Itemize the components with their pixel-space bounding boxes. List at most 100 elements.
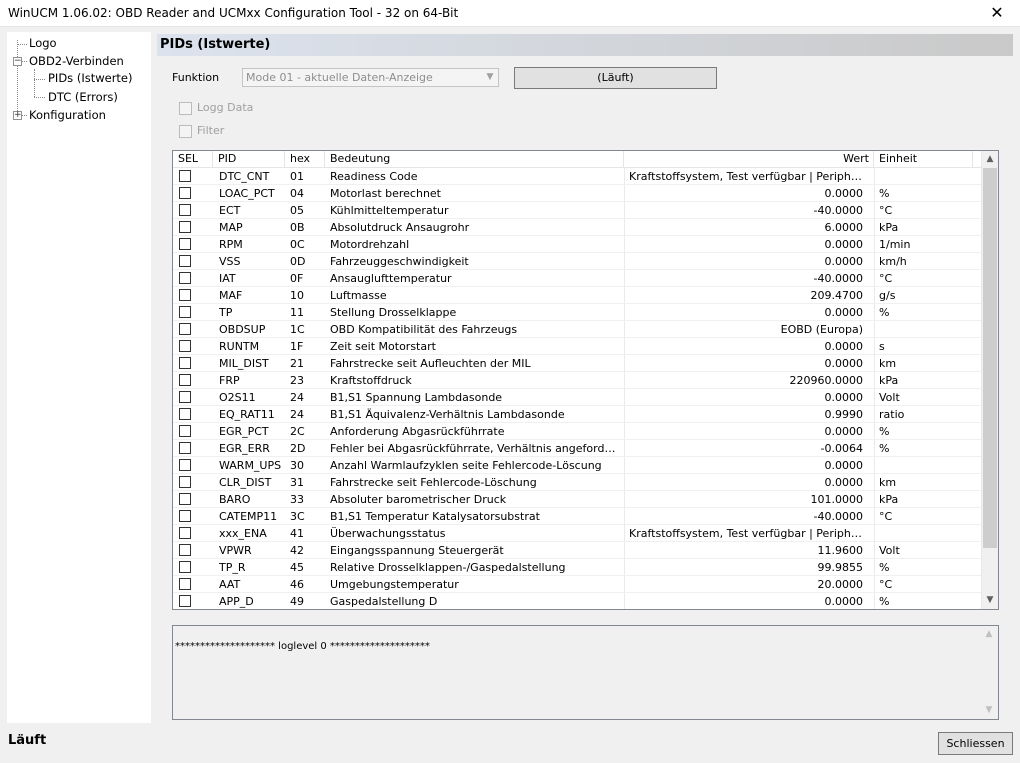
row-select-cell[interactable]	[173, 236, 212, 253]
row-checkbox[interactable]	[179, 493, 191, 505]
row-select-cell[interactable]	[173, 202, 212, 219]
row-select-cell[interactable]	[173, 525, 212, 542]
row-checkbox[interactable]	[179, 408, 191, 420]
row-checkbox[interactable]	[179, 510, 191, 522]
row-select-cell[interactable]	[173, 287, 212, 304]
row-checkbox[interactable]	[179, 289, 191, 301]
row-select-cell[interactable]	[173, 304, 212, 321]
row-checkbox[interactable]	[179, 459, 191, 471]
row-checkbox[interactable]	[179, 357, 191, 369]
close-icon[interactable]: ✕	[974, 0, 1020, 27]
chevron-down-icon[interactable]: ▼	[482, 69, 498, 86]
table-row[interactable]: OBDSUP 1C OBD Kompatibilität des Fahrzeugs…	[173, 321, 981, 338]
row-select-cell[interactable]	[173, 559, 212, 576]
scroll-down-icon[interactable]: ▼	[982, 592, 998, 609]
row-select-cell[interactable]	[173, 457, 212, 474]
row-select-cell[interactable]	[173, 406, 212, 423]
row-select-cell[interactable]	[173, 355, 212, 372]
log-output[interactable]: ******************** loglevel 0 ********…	[172, 625, 999, 720]
row-select-cell[interactable]	[173, 593, 212, 609]
row-select-cell[interactable]	[173, 491, 212, 508]
log-scrollbar[interactable]: ▲ ▼	[981, 626, 998, 719]
table-row[interactable]: xxx_ENA 41 Überwachungsstatus Kraftstoffsys…	[173, 525, 981, 542]
row-select-cell[interactable]	[173, 576, 212, 593]
scroll-down-icon[interactable]: ▼	[981, 702, 997, 719]
table-scrollbar[interactable]: ▲ ▼	[981, 151, 998, 609]
table-row[interactable]: TP 11 Stellung Drosselklappe 0.0000%	[173, 304, 981, 321]
table-row[interactable]: CLR_DIST 31 Fahrstrecke seit Fehlercode-Lö…	[173, 474, 981, 491]
expand-icon[interactable]: +	[13, 111, 22, 120]
header-bedeutung[interactable]: Bedeutung	[325, 151, 624, 168]
row-checkbox[interactable]	[179, 187, 191, 199]
table-row[interactable]: CATEMP11 3C B1,S1 Temperatur Katalysatorsu…	[173, 508, 981, 525]
row-checkbox[interactable]	[179, 238, 191, 250]
table-row[interactable]: ECT 05 Kühlmitteltemperatur -40.0000 °C	[173, 202, 981, 219]
row-checkbox[interactable]	[179, 323, 191, 335]
tree-item-konfiguration[interactable]: Konfiguration	[29, 107, 106, 123]
table-row[interactable]: WARM_UPS 30 Anzahl Warmlaufzyklen seite Fe…	[173, 457, 981, 474]
tree-item-logo[interactable]: Logo	[29, 35, 57, 51]
row-checkbox[interactable]	[179, 170, 191, 182]
row-select-cell[interactable]	[173, 253, 212, 270]
table-row[interactable]: LOAC_PCT 04 Motorlast berechnet 0.0000%	[173, 185, 981, 202]
table-row[interactable]: VPWR 42 Eingangsspannung Steuergerät 11.960…	[173, 542, 981, 559]
scroll-thumb[interactable]	[983, 168, 997, 548]
row-checkbox[interactable]	[179, 340, 191, 352]
tree-item-pids-istwerte[interactable]: PIDs (Istwerte)	[46, 70, 135, 86]
row-select-cell[interactable]	[173, 423, 212, 440]
funktion-select[interactable]: Mode 01 - aktuelle Daten-Anzeige ▼	[242, 68, 499, 87]
header-hex[interactable]: hex	[285, 151, 325, 168]
table-row[interactable]: EGR_PCT 2C Anforderung Abgasrückführrate 0.…	[173, 423, 981, 440]
row-select-cell[interactable]	[173, 338, 212, 355]
row-checkbox[interactable]	[179, 374, 191, 386]
row-select-cell[interactable]	[173, 389, 212, 406]
row-select-cell[interactable]	[173, 474, 212, 491]
header-sel[interactable]: SEL	[173, 151, 213, 168]
row-select-cell[interactable]	[173, 168, 212, 185]
header-pid[interactable]: PID	[213, 151, 285, 168]
table-row[interactable]: IAT 0F Ansauglufttemperatur -40.0000 °C	[173, 270, 981, 287]
row-select-cell[interactable]	[173, 542, 212, 559]
table-row[interactable]: VSS 0D Fahrzeuggeschwindigkeit 0.0000 km/h	[173, 253, 981, 270]
row-checkbox[interactable]	[179, 476, 191, 488]
table-row[interactable]: AAT 46 Umgebungstemperatur 20.0000 °C	[173, 576, 981, 593]
row-checkbox[interactable]	[179, 544, 191, 556]
table-row[interactable]: EQ_RAT11 24 B1,S1 Äquivalenz-Verhältnis La…	[173, 406, 981, 423]
tree-item-obd2-verbinden[interactable]: OBD2-Verbinden	[29, 53, 124, 69]
table-row[interactable]: TP_R 45 Relative Drosselklappen-/Gaspedals…	[173, 559, 981, 576]
row-checkbox[interactable]	[179, 527, 191, 539]
row-checkbox[interactable]	[179, 204, 191, 216]
checkbox-box[interactable]	[179, 125, 192, 138]
row-checkbox[interactable]	[179, 391, 191, 403]
row-checkbox[interactable]	[179, 442, 191, 454]
table-row[interactable]: EGR_ERR 2D Fehler bei Abgasrückführrate, V…	[173, 440, 981, 457]
header-wert[interactable]: Wert	[624, 151, 874, 168]
row-select-cell[interactable]	[173, 321, 212, 338]
row-select-cell[interactable]	[173, 508, 212, 525]
collapse-icon[interactable]: −	[13, 57, 22, 66]
row-checkbox[interactable]	[179, 578, 191, 590]
row-select-cell[interactable]	[173, 440, 212, 457]
run-button[interactable]: (Läuft)	[514, 67, 717, 89]
table-row[interactable]: FRP 23 Kraftstoffdruck 220960.0000 kPa	[173, 372, 981, 389]
row-checkbox[interactable]	[179, 425, 191, 437]
row-select-cell[interactable]	[173, 270, 212, 287]
row-select-cell[interactable]	[173, 372, 212, 389]
tree-item-dtc-errors[interactable]: DTC (Errors)	[48, 89, 118, 105]
scroll-up-icon[interactable]: ▲	[982, 151, 998, 168]
close-button[interactable]: Schliessen	[938, 732, 1013, 755]
table-row[interactable]: APP_D 49 Gaspedalstellung D 0.0000%	[173, 593, 981, 609]
table-row[interactable]: RUNTM 1F Zeit seit Motorstart 0.0000 s	[173, 338, 981, 355]
row-checkbox[interactable]	[179, 561, 191, 573]
row-checkbox[interactable]	[179, 272, 191, 284]
table-row[interactable]: BARO 33 Absoluter barometrischer Druck 101.…	[173, 491, 981, 508]
row-select-cell[interactable]	[173, 185, 212, 202]
scroll-up-icon[interactable]: ▲	[981, 626, 997, 643]
row-checkbox[interactable]	[179, 595, 191, 607]
table-row[interactable]: DTC_CNT 01 Readiness Code Kraftstoffsystem,…	[173, 168, 981, 185]
table-row[interactable]: RPM 0C Motordrehzahl 0.0000 1/min	[173, 236, 981, 253]
table-row[interactable]: MAP 0B Absolutdruck Ansaugrohr 6.0000 kPa	[173, 219, 981, 236]
table-row[interactable]: MAF 10 Luftmasse 209.4700 g/s	[173, 287, 981, 304]
row-checkbox[interactable]	[179, 306, 191, 318]
row-checkbox[interactable]	[179, 255, 191, 267]
